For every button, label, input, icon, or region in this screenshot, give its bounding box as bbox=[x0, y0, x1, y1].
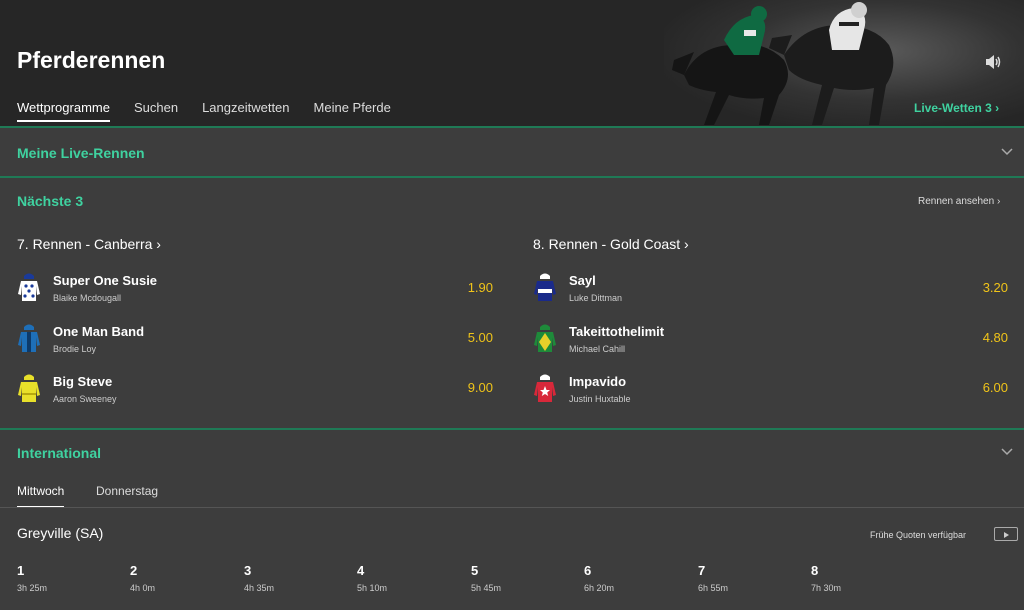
runner-row: One Man Band Brodie Loy bbox=[17, 323, 497, 363]
odds-button[interactable]: 3.20 bbox=[958, 280, 1008, 295]
horse-name: Impavido bbox=[569, 374, 627, 389]
tab-langzeitwetten[interactable]: Langzeitwetten bbox=[202, 100, 289, 122]
jockey-name: Luke Dittman bbox=[569, 293, 623, 303]
main-nav: Wettprogramme Suchen Langzeitwetten Mein… bbox=[17, 100, 415, 122]
tab-meine-pferde[interactable]: Meine Pferde bbox=[314, 100, 391, 122]
race-time[interactable]: 3h 25m bbox=[17, 583, 47, 593]
tab-donnerstag[interactable]: Donnerstag bbox=[96, 484, 158, 498]
odds-button[interactable]: 1.90 bbox=[443, 280, 493, 295]
next-races-title: Nächste 3 bbox=[17, 193, 84, 209]
tab-mittwoch[interactable]: Mittwoch bbox=[17, 484, 65, 508]
international-title[interactable]: International bbox=[17, 445, 101, 461]
jockey-silk-icon bbox=[534, 324, 556, 352]
runner-row: Sayl Luke Dittman bbox=[533, 272, 1013, 312]
odds-button[interactable]: 5.00 bbox=[443, 330, 493, 345]
jockey-name: Michael Cahill bbox=[569, 344, 626, 354]
odds-button[interactable]: 9.00 bbox=[443, 380, 493, 395]
page-header: Pferderennen Wettprogramme Suchen Langze… bbox=[0, 0, 1024, 128]
jockey-silk-icon bbox=[534, 273, 556, 301]
race-number[interactable]: 7 bbox=[698, 563, 705, 578]
race-time[interactable]: 6h 55m bbox=[698, 583, 728, 593]
jockey-silk-icon bbox=[18, 324, 40, 352]
jockey-name: Brodie Loy bbox=[53, 344, 97, 354]
tab-wettprogramme[interactable]: Wettprogramme bbox=[17, 100, 110, 122]
page-title: Pferderennen bbox=[17, 47, 166, 73]
jockey-silk-icon bbox=[534, 374, 556, 402]
jockey-name: Justin Huxtable bbox=[569, 394, 631, 404]
race-number[interactable]: 8 bbox=[811, 563, 818, 578]
tab-suchen[interactable]: Suchen bbox=[134, 100, 178, 122]
runner-row: Impavido Justin Huxtable bbox=[533, 373, 1013, 413]
odds-button[interactable]: 6.00 bbox=[958, 380, 1008, 395]
divider bbox=[0, 126, 1024, 128]
meeting-name: Greyville (SA) bbox=[17, 525, 104, 541]
live-bets-link[interactable]: Live-Wetten 3 › bbox=[914, 101, 999, 115]
play-icon bbox=[1004, 532, 1009, 538]
jockey-name: Aaron Sweeney bbox=[53, 394, 117, 404]
live-races-title[interactable]: Meine Live-Rennen bbox=[17, 145, 145, 161]
race-time[interactable]: 4h 35m bbox=[244, 583, 274, 593]
horse-name: Sayl bbox=[569, 273, 596, 288]
jockey-silk-icon bbox=[18, 273, 40, 301]
early-odds-label: Frühe Quoten verfügbar bbox=[870, 530, 967, 540]
divider bbox=[0, 507, 1024, 508]
race-heading-canberra[interactable]: 7. Rennen - Canberra › bbox=[17, 236, 161, 252]
race-number[interactable]: 3 bbox=[244, 563, 251, 578]
jockey-name: Blaike Mcdougall bbox=[53, 293, 122, 303]
horse-name: Big Steve bbox=[53, 374, 113, 389]
odds-button[interactable]: 4.80 bbox=[958, 330, 1008, 345]
play-button[interactable] bbox=[994, 527, 1018, 541]
race-number[interactable]: 6 bbox=[584, 563, 591, 578]
race-time[interactable]: 4h 0m bbox=[130, 583, 155, 593]
runner-row: Takeittothelimit Michael Cahill bbox=[533, 323, 1013, 363]
race-heading-gold-coast[interactable]: 8. Rennen - Gold Coast › bbox=[533, 236, 689, 252]
jockey-silk-icon bbox=[18, 374, 40, 402]
race-time[interactable]: 6h 20m bbox=[584, 583, 614, 593]
divider bbox=[0, 176, 1024, 178]
horse-name: Super One Susie bbox=[53, 273, 158, 288]
race-number[interactable]: 4 bbox=[357, 563, 364, 578]
race-number[interactable]: 2 bbox=[130, 563, 137, 578]
watch-races-link[interactable]: Rennen ansehen › bbox=[918, 196, 1000, 207]
race-time[interactable]: 5h 10m bbox=[357, 583, 387, 593]
divider bbox=[0, 428, 1024, 430]
runner-row: Big Steve Aaron Sweeney bbox=[17, 373, 497, 413]
chevron-down-icon[interactable] bbox=[1001, 148, 1013, 156]
race-time[interactable]: 5h 45m bbox=[471, 583, 501, 593]
race-number[interactable]: 5 bbox=[471, 563, 478, 578]
sound-icon[interactable] bbox=[984, 54, 1002, 70]
horse-name: One Man Band bbox=[53, 324, 145, 339]
race-number[interactable]: 1 bbox=[17, 563, 24, 578]
horse-name: Takeittothelimit bbox=[569, 324, 665, 339]
chevron-down-icon[interactable] bbox=[1001, 448, 1013, 456]
runner-row: Super One Susie Blaike Mcdougall bbox=[17, 272, 497, 312]
race-time[interactable]: 7h 30m bbox=[811, 583, 841, 593]
